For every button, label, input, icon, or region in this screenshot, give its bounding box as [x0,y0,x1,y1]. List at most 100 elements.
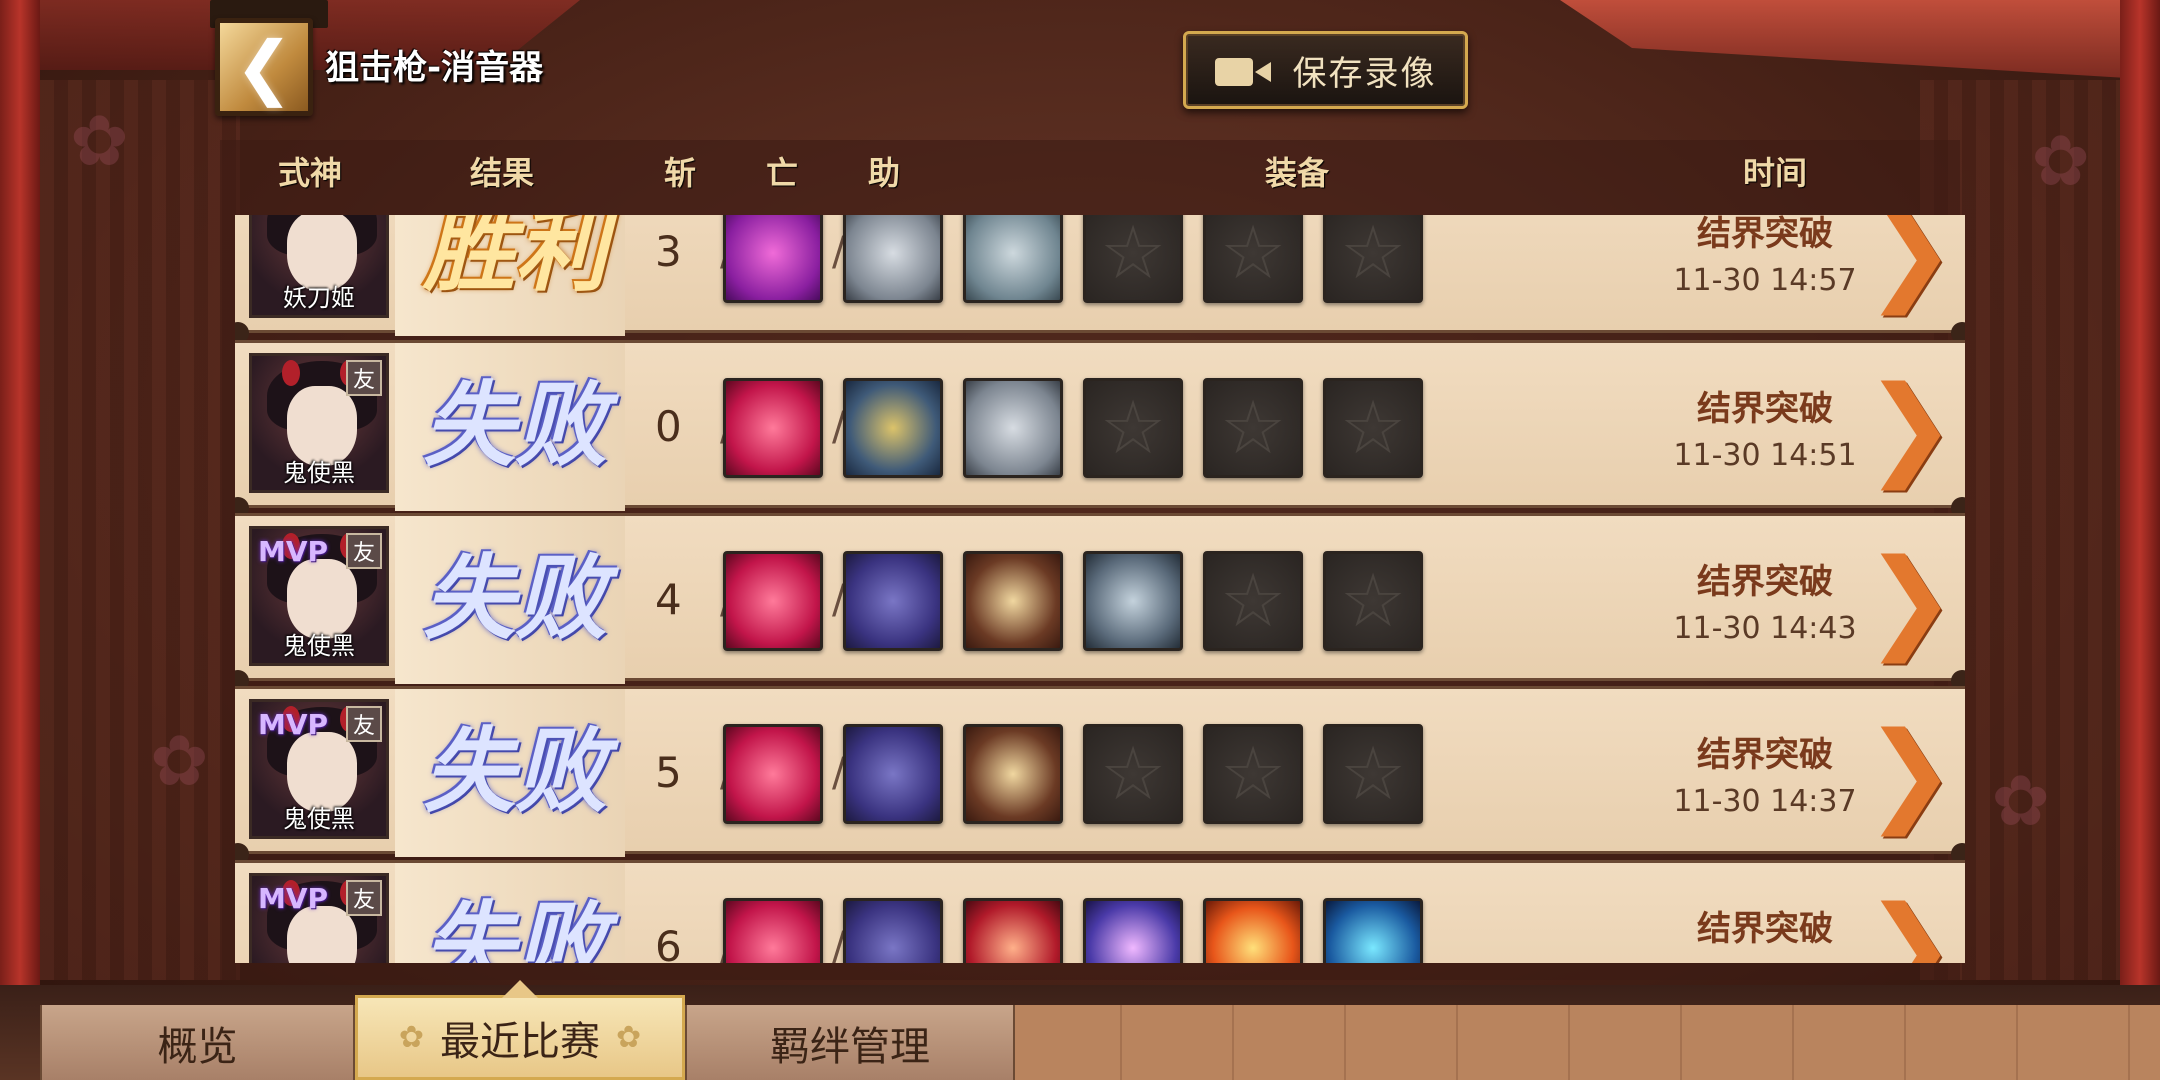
chevron-right-icon[interactable]: ❯ [1864,891,1956,963]
save-replay-label: 保存录像 [1292,53,1437,94]
sakura-icon: ✿ [398,1020,424,1055]
blue-scythe-icon[interactable] [1323,898,1423,963]
spirit-armor-icon[interactable] [1083,898,1183,963]
friend-badge: 友 [346,533,382,569]
empty-equipment-slot [1203,551,1303,651]
column-header-time: 时间 [1743,154,1808,192]
purple-boots-icon[interactable] [843,898,943,963]
red-blade-icon[interactable] [723,898,823,963]
empty-equipment-slot [1083,724,1183,824]
game-mode: 结界突破 [1697,389,1833,429]
sakura-icon: ✿ [616,1020,642,1055]
empty-equipment-slot [1203,378,1303,478]
match-row[interactable]: 妖刀姬胜利3/0/0结界突破11-30 14:57❯ [235,215,1965,344]
column-header-shikigami: 式神 [278,154,343,192]
column-header-death: 亡 [766,154,799,192]
empty-equipment-slot [1203,724,1303,824]
shikigami-avatar[interactable]: 鬼使黑MVP友 [249,699,389,839]
match-row[interactable]: 鬼使黑MVP友失败4/0/0结界突破11-30 14:43❯ [235,513,1965,692]
shikigami-avatar[interactable]: 鬼使黑MVP友 [249,873,389,963]
shikigami-name: 鬼使黑 [283,805,355,833]
column-header-result: 结果 [470,154,535,192]
hammer-icon[interactable] [963,898,1063,963]
empty-equipment-slot [1323,724,1423,824]
shikigami-avatar[interactable]: 妖刀姬 [249,215,389,318]
purple-boots-icon[interactable] [843,551,943,651]
friend-badge: 友 [346,360,382,396]
eye-orb-icon[interactable] [723,215,823,303]
chevron-right-icon[interactable]: ❯ [1864,215,1956,306]
column-header-kill: 斩 [664,154,697,192]
empty-equipment-slot [1083,378,1183,478]
shikigami-avatar[interactable]: 鬼使黑 友 [249,353,389,493]
shikigami-name: 妖刀姬 [283,284,355,312]
white-shoes-icon[interactable] [963,378,1063,478]
back-button[interactable]: ❮ [215,18,313,116]
flower-decoration-icon: ✿ [2031,120,2090,202]
game-mode: 结界突破 [1697,735,1833,775]
match-time: 11-30 14:43 [1673,611,1857,646]
page-title: 狙击枪-消音器 [325,48,544,88]
kill-count: 3 [655,227,682,276]
chevron-right-icon[interactable]: ❯ [1864,717,1956,827]
column-header-equipment: 装备 [1265,154,1330,192]
tab-bond-management[interactable]: 羁绊管理 [685,1005,1015,1080]
match-row[interactable]: 鬼使黑友失败0/2/0结界突破11-30 14:51❯ [235,340,1965,519]
katana-icon[interactable] [1083,551,1183,651]
game-mode: 结界突破 [1697,562,1833,602]
camera-icon [1214,50,1271,90]
chevron-right-icon[interactable]: ❯ [1864,544,1956,654]
tab-overview-label: 概览 [157,1023,238,1070]
white-robe-icon[interactable] [963,215,1063,303]
flower-decoration-icon: ✿ [1991,760,2050,842]
tab-overview[interactable]: 概览 [40,1005,355,1080]
game-mode: 结界突破 [1697,215,1833,254]
tab-bond-management-label: 羁绊管理 [770,1023,930,1070]
match-time: 11-30 14:57 [1673,263,1857,298]
kill-count: 0 [655,402,682,451]
game-screen: ✿ ✿ ✿ ✿ ❮ 狙击枪-消音器 保存录像 式神 结果 斩 亡 助 装备 时间… [0,0,2160,1080]
empty-equipment-slot [1083,215,1183,303]
mvp-badge: MVP [258,882,329,915]
kill-count: 6 [655,922,682,963]
game-mode: 结界突破 [1697,909,1833,949]
match-result: 失败 [422,891,607,963]
match-result: 失败 [422,717,607,825]
white-shoes-icon[interactable] [843,215,943,303]
match-row[interactable]: 鬼使黑MVP友失败5/0/0结界突破11-30 14:37❯ [235,686,1965,865]
avatar-horn [282,360,300,386]
match-result: 失败 [422,544,607,652]
samurai-armor-icon[interactable] [843,378,943,478]
red-pillar-left [0,0,40,1080]
mvp-badge: MVP [258,535,329,568]
friend-badge: 友 [346,706,382,742]
red-blade-icon[interactable] [723,724,823,824]
flower-decoration-icon: ✿ [150,720,209,802]
match-time: 11-30 14:51 [1673,438,1857,473]
talisman-icon[interactable] [963,551,1063,651]
friend-badge: 友 [346,880,382,916]
match-list[interactable]: 妖刀姬胜利3/0/0结界突破11-30 14:57❯鬼使黑友失败0/2/0结界突… [235,215,1965,963]
phoenix-icon[interactable] [1203,898,1303,963]
tab-recent-matches-label: 最近比赛 [440,1018,600,1065]
red-blade-icon[interactable] [723,551,823,651]
talisman-icon[interactable] [963,724,1063,824]
shikigami-avatar[interactable]: 鬼使黑MVP友 [249,526,389,666]
chevron-left-icon: ❮ [234,26,294,108]
red-blade-icon[interactable] [723,378,823,478]
roof-right-decoration [1560,0,2160,80]
kill-count: 4 [655,575,682,624]
match-time: 11-30 14:37 [1673,784,1857,819]
match-row[interactable]: 鬼使黑MVP友失败6/4/0结界突破❯ [235,860,1965,963]
empty-equipment-slot [1323,378,1423,478]
empty-equipment-slot [1323,215,1423,303]
shikigami-name: 鬼使黑 [283,459,355,487]
tab-recent-matches[interactable]: ✿ 最近比赛 ✿ [355,980,685,1080]
wooden-floor [1010,1005,2160,1080]
save-replay-button[interactable]: 保存录像 [1183,31,1468,109]
chevron-right-icon[interactable]: ❯ [1864,371,1956,481]
empty-equipment-slot [1323,551,1423,651]
flower-decoration-icon: ✿ [70,100,129,182]
purple-boots-icon[interactable] [843,724,943,824]
red-pillar-right [2120,0,2160,1080]
